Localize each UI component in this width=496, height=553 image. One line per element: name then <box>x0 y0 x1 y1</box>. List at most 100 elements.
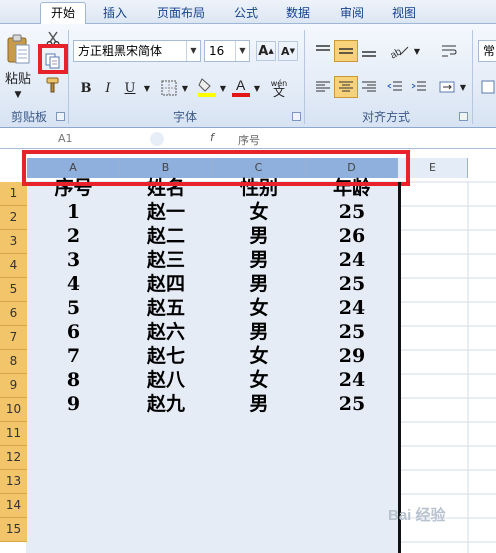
paste-dropdown-icon[interactable]: ▼ <box>8 88 28 102</box>
table-cell[interactable]: 24 <box>306 296 398 320</box>
table-cell[interactable]: 25 <box>306 320 398 344</box>
font-color-icon[interactable]: A <box>230 76 252 98</box>
table-cell[interactable]: 男 <box>212 248 306 272</box>
fill-color-icon[interactable] <box>196 76 218 98</box>
shrink-font-button[interactable]: A ▼ <box>278 41 298 61</box>
table-cell[interactable]: 赵七 <box>120 344 212 368</box>
formula-cancel-icon[interactable] <box>150 132 164 146</box>
function-icon[interactable]: f <box>210 131 214 144</box>
bold-button[interactable]: B <box>76 78 96 98</box>
row-header[interactable]: 9 <box>0 374 27 398</box>
grow-font-button[interactable]: A ▲ <box>256 41 276 61</box>
row-header[interactable]: 3 <box>0 230 27 254</box>
italic-button[interactable]: I <box>98 78 118 98</box>
tab-page-layout[interactable]: 页面布局 <box>148 3 214 24</box>
row-header[interactable]: 10 <box>0 398 27 422</box>
table-cell[interactable]: 6 <box>27 320 120 344</box>
table-cell[interactable]: 男 <box>212 392 306 416</box>
formula-content[interactable]: 序号 <box>238 132 260 148</box>
font-size-combo[interactable]: 16 ▼ <box>204 40 250 62</box>
underline-button[interactable]: U <box>120 78 140 98</box>
merge-dropdown-icon[interactable]: ▼ <box>458 76 468 98</box>
align-bottom-icon[interactable] <box>358 40 380 62</box>
tab-insert[interactable]: 插入 <box>92 3 138 24</box>
table-cell[interactable]: 赵四 <box>120 272 212 296</box>
table-cell[interactable]: 9 <box>27 392 120 416</box>
wrap-text-icon[interactable] <box>438 40 460 62</box>
spreadsheet-grid[interactable]: A B C D E 1 2 3 4 5 6 7 8 9 10 11 12 13 14 15 序号 姓名 性别 年龄… <box>0 150 496 553</box>
fill-color-dropdown-icon[interactable]: ▼ <box>218 78 228 98</box>
row-header[interactable]: 7 <box>0 326 27 350</box>
tab-view[interactable]: 视图 <box>382 3 426 24</box>
paste-icon[interactable] <box>4 32 32 68</box>
office-button-edge[interactable] <box>0 3 14 24</box>
table-cell[interactable]: 赵三 <box>120 248 212 272</box>
table-cell[interactable]: 男 <box>212 224 306 248</box>
underline-dropdown-icon[interactable]: ▼ <box>142 78 152 98</box>
tab-review[interactable]: 审阅 <box>330 3 374 24</box>
phonetic-guide-button[interactable]: wén 文 <box>266 76 292 100</box>
row-header[interactable]: 12 <box>0 446 27 470</box>
align-center-icon[interactable] <box>334 76 358 98</box>
table-cell[interactable]: 女 <box>212 344 306 368</box>
increase-indent-icon[interactable] <box>408 76 430 98</box>
align-top-icon[interactable] <box>312 40 334 62</box>
table-cell[interactable]: 赵一 <box>120 200 212 224</box>
row-header[interactable]: 2 <box>0 206 27 230</box>
table-cell[interactable]: 4 <box>27 272 120 296</box>
decrease-indent-icon[interactable] <box>384 76 406 98</box>
table-cell[interactable]: 25 <box>306 200 398 224</box>
font-name-dropdown-icon[interactable]: ▼ <box>186 41 200 61</box>
row-header[interactable]: 6 <box>0 302 27 326</box>
table-cell[interactable]: 赵二 <box>120 224 212 248</box>
orientation-dropdown-icon[interactable]: ▼ <box>412 40 422 62</box>
table-cell[interactable]: 25 <box>306 392 398 416</box>
table-cell[interactable]: 赵六 <box>120 320 212 344</box>
align-left-icon[interactable] <box>312 76 334 98</box>
tab-formulas[interactable]: 公式 <box>224 3 268 24</box>
table-cell[interactable]: 赵八 <box>120 368 212 392</box>
row-header[interactable]: 5 <box>0 278 27 302</box>
orientation-icon[interactable]: ab <box>386 40 412 62</box>
format-painter-icon[interactable] <box>44 76 62 94</box>
font-size-dropdown-icon[interactable]: ▼ <box>235 41 249 61</box>
font-launcher-icon[interactable] <box>292 112 301 121</box>
table-cell[interactable]: 赵五 <box>120 296 212 320</box>
table-cell[interactable]: 26 <box>306 224 398 248</box>
row-header[interactable]: 14 <box>0 494 27 518</box>
tab-home[interactable]: 开始 <box>40 2 86 25</box>
row-header[interactable]: 13 <box>0 470 27 494</box>
table-cell[interactable]: 女 <box>212 200 306 224</box>
table-cell[interactable]: 7 <box>27 344 120 368</box>
table-cell[interactable]: 3 <box>27 248 120 272</box>
align-right-icon[interactable] <box>358 76 380 98</box>
table-cell[interactable]: 女 <box>212 368 306 392</box>
alignment-launcher-icon[interactable] <box>459 112 468 121</box>
table-cell[interactable]: 8 <box>27 368 120 392</box>
borders-dropdown-icon[interactable]: ▼ <box>180 78 190 98</box>
table-cell[interactable]: 25 <box>306 272 398 296</box>
font-name-combo[interactable]: 方正粗黑宋简体 ▼ <box>73 40 201 62</box>
name-box[interactable]: A1 <box>58 132 73 145</box>
table-cell[interactable]: 24 <box>306 368 398 392</box>
table-cell[interactable]: 24 <box>306 248 398 272</box>
table-cell[interactable]: 2 <box>27 224 120 248</box>
font-color-dropdown-icon[interactable]: ▼ <box>252 78 262 98</box>
row-header[interactable]: 8 <box>0 350 27 374</box>
table-cell[interactable]: 男 <box>212 320 306 344</box>
row-header[interactable]: 11 <box>0 422 27 446</box>
clipboard-launcher-icon[interactable] <box>56 112 65 121</box>
tab-data[interactable]: 数据 <box>276 3 320 24</box>
paste-button[interactable]: 粘贴 <box>2 68 34 87</box>
borders-icon[interactable] <box>158 78 180 98</box>
row-header[interactable]: 15 <box>0 518 27 542</box>
align-middle-icon[interactable] <box>334 40 358 62</box>
merge-center-icon[interactable] <box>436 76 458 98</box>
table-cell[interactable]: 29 <box>306 344 398 368</box>
table-cell[interactable]: 女 <box>212 296 306 320</box>
table-cell[interactable]: 5 <box>27 296 120 320</box>
number-format-combo[interactable]: 常 <box>478 40 496 62</box>
row-header[interactable]: 4 <box>0 254 27 278</box>
number-format-icon[interactable] <box>478 76 496 98</box>
table-cell[interactable]: 赵九 <box>120 392 212 416</box>
